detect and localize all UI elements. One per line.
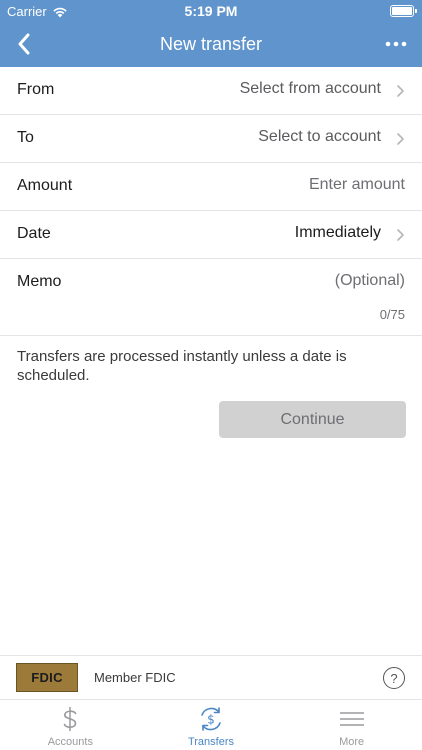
tab-label: Accounts — [47, 736, 93, 748]
tab-bar: Accounts $ Transfers More — [0, 700, 422, 750]
svg-text:$: $ — [207, 713, 215, 727]
battery-icon — [390, 5, 417, 17]
chevron-right-icon — [397, 229, 404, 241]
from-account-row[interactable]: From Select from account — [0, 67, 422, 115]
tab-label: More — [339, 736, 365, 748]
menu-icon — [339, 712, 364, 726]
tab-transfers[interactable]: $ Transfers — [141, 700, 282, 750]
to-label: To — [17, 129, 34, 146]
date-label: Date — [17, 225, 51, 242]
help-icon[interactable]: ? — [383, 667, 405, 689]
fdic-logo: FDIC — [16, 663, 78, 692]
date-row[interactable]: Date Immediately — [0, 211, 422, 259]
more-button[interactable] — [380, 28, 412, 60]
status-time: 5:19 PM — [184, 3, 238, 19]
page-title: New transfer — [159, 34, 263, 54]
amount-input[interactable]: Enter amount — [309, 176, 405, 194]
amount-label: Amount — [17, 177, 73, 194]
memo-counter: 0/75 — [379, 307, 405, 322]
date-value: Immediately — [294, 224, 381, 241]
fdic-footer: FDIC Member FDIC ? — [0, 655, 422, 700]
nav-bar: New transfer — [0, 22, 422, 67]
transfer-icon: $ — [201, 707, 221, 731]
from-label: From — [17, 81, 55, 98]
to-value: Select to account — [258, 128, 381, 145]
tab-more[interactable]: More — [281, 700, 422, 750]
to-account-row[interactable]: To Select to account — [0, 115, 422, 163]
tab-accounts[interactable]: Accounts — [0, 700, 141, 750]
chevron-right-icon — [397, 85, 404, 97]
header: Carrier 5:19 PM New transfer — [0, 0, 422, 67]
memo-label: Memo — [17, 273, 62, 290]
chevron-right-icon — [397, 133, 404, 145]
more-dots-icon — [385, 41, 407, 47]
transfer-form: From Select from account To Select to ac… — [0, 67, 422, 336]
memo-input[interactable]: (Optional) — [335, 272, 405, 290]
continue-button[interactable]: Continue — [219, 401, 406, 438]
memo-row[interactable]: Memo (Optional) 0/75 — [0, 259, 422, 336]
from-value: Select from account — [239, 80, 381, 97]
tab-label: Transfers — [187, 736, 234, 748]
member-fdic-label: Member FDIC — [94, 670, 176, 685]
status-bar: Carrier 5:19 PM — [0, 0, 422, 22]
dollar-icon — [64, 707, 77, 731]
info-text: Transfers are processed instantly unless… — [17, 348, 347, 384]
amount-row[interactable]: Amount Enter amount — [0, 163, 422, 211]
